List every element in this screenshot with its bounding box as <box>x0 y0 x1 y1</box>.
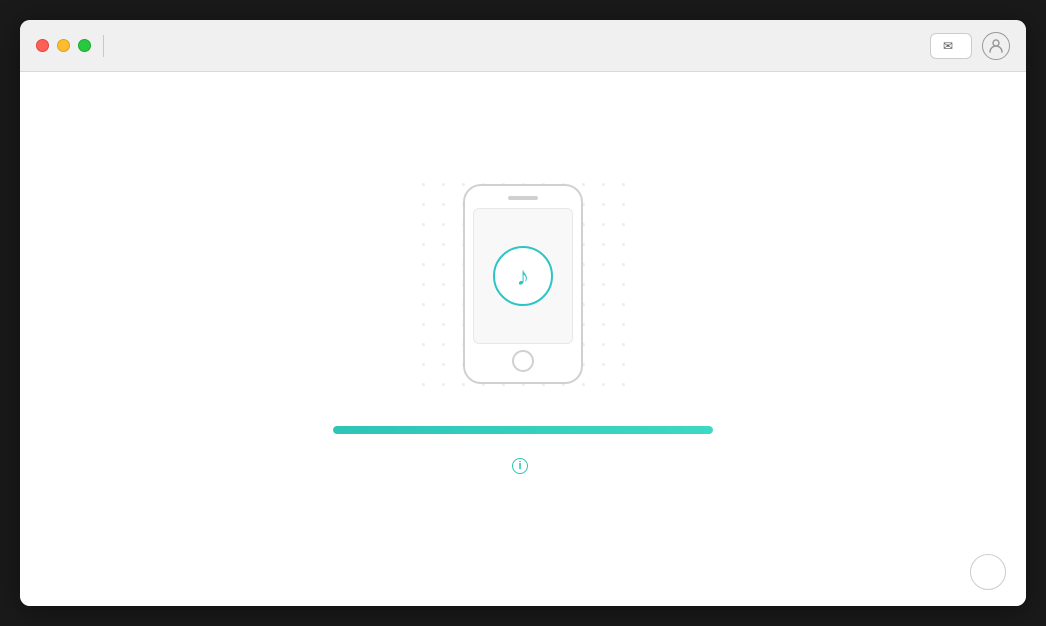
phone-frame: ♪ <box>463 184 583 384</box>
title-bar: ✉ <box>20 20 1026 72</box>
progress-bar-container <box>333 426 713 434</box>
user-account-button[interactable] <box>982 32 1010 60</box>
back-button[interactable] <box>116 35 138 57</box>
envelope-icon: ✉ <box>943 39 953 53</box>
help-button[interactable] <box>970 554 1006 590</box>
phone-illustration: // Generate dots inline const grid = doc… <box>463 184 583 384</box>
itunes-icon-circle: ♪ <box>493 246 553 306</box>
divider <box>103 35 104 57</box>
feedback-button[interactable]: ✉ <box>930 33 972 59</box>
phone-home-button <box>512 350 534 372</box>
user-icon <box>988 38 1004 54</box>
info-icon: i <box>512 458 528 474</box>
traffic-lights <box>36 39 91 52</box>
title-bar-right: ✉ <box>930 32 1010 60</box>
phone-screen: ♪ <box>473 208 573 344</box>
main-content: // Generate dots inline const grid = doc… <box>20 72 1026 606</box>
close-button[interactable] <box>36 39 49 52</box>
phone-speaker <box>508 196 538 200</box>
status-section: i <box>273 414 773 474</box>
app-window: ✉ // Generate dots inline const grid = d… <box>20 20 1026 606</box>
maximize-button[interactable] <box>78 39 91 52</box>
minimize-button[interactable] <box>57 39 70 52</box>
warning-message: i <box>512 458 534 474</box>
music-note-icon: ♪ <box>517 261 530 292</box>
progress-bar-fill <box>333 426 713 434</box>
